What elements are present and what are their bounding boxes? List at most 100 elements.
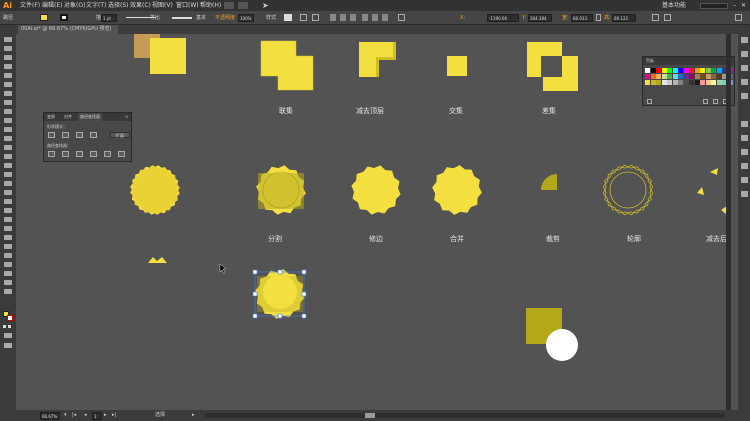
width-tool-icon[interactable] bbox=[4, 172, 12, 177]
eyedropper-tool-icon[interactable] bbox=[4, 226, 12, 231]
zoom-field[interactable] bbox=[40, 412, 60, 420]
free-transform-tool-icon[interactable] bbox=[4, 181, 12, 186]
color-swatch[interactable] bbox=[694, 80, 700, 85]
align-right-icon[interactable] bbox=[350, 14, 356, 21]
menu-type[interactable]: 文字(T) bbox=[86, 0, 106, 11]
screen-mode-icon[interactable] bbox=[4, 343, 12, 348]
opacity-field[interactable] bbox=[238, 14, 254, 22]
color-swatch[interactable] bbox=[705, 68, 711, 73]
horizontal-scrollbar[interactable] bbox=[205, 413, 725, 418]
artboard-number-field[interactable] bbox=[92, 412, 102, 420]
color-swatch[interactable] bbox=[689, 68, 694, 73]
rotate-tool-icon[interactable] bbox=[4, 154, 12, 159]
color-panel-icon[interactable] bbox=[741, 37, 748, 43]
menu-file[interactable]: 文件(F) bbox=[20, 0, 40, 11]
x-field[interactable] bbox=[487, 14, 519, 22]
align-bottom-icon[interactable] bbox=[382, 14, 388, 21]
perspective-grid-tool-icon[interactable] bbox=[4, 199, 12, 204]
lasso-tool-icon[interactable] bbox=[4, 64, 12, 69]
stroke-weight-field[interactable] bbox=[101, 14, 117, 22]
selected-star-object[interactable] bbox=[251, 265, 309, 323]
menu-view[interactable]: 视图(V) bbox=[152, 0, 173, 11]
demo-divide[interactable] bbox=[252, 161, 310, 219]
color-swatch[interactable] bbox=[711, 68, 716, 73]
workspace-switcher[interactable]: 基本功能 bbox=[662, 0, 686, 11]
expand-button[interactable]: 扩展 bbox=[110, 132, 130, 138]
trim-button[interactable] bbox=[62, 151, 69, 157]
menu-edit[interactable]: 编辑(E) bbox=[42, 0, 62, 11]
color-swatch[interactable] bbox=[694, 68, 700, 73]
shape-builder-tool-icon[interactable] bbox=[4, 190, 12, 195]
transform-icon[interactable] bbox=[398, 14, 405, 21]
graphic-styles-icon[interactable] bbox=[741, 177, 748, 183]
artboard-tool-icon[interactable] bbox=[4, 262, 12, 267]
menu-window[interactable]: 窗口(W) bbox=[176, 0, 199, 11]
menu-select[interactable]: 选择(S) bbox=[108, 0, 129, 11]
color-swatch[interactable] bbox=[672, 80, 678, 85]
swatches-panel-icon[interactable] bbox=[741, 65, 748, 71]
close-icon[interactable]: ✕ bbox=[741, 0, 746, 11]
align-middle-icon[interactable] bbox=[372, 14, 378, 21]
color-swatch[interactable] bbox=[700, 80, 705, 85]
color-swatch[interactable] bbox=[656, 68, 661, 73]
demo-outline[interactable] bbox=[599, 161, 657, 219]
tab-pathfinder[interactable]: 路径查找器 bbox=[78, 113, 102, 121]
stroke-panel-icon[interactable] bbox=[741, 121, 748, 127]
color-swatch[interactable] bbox=[672, 68, 678, 73]
status-menu-icon[interactable]: ▸ bbox=[192, 410, 195, 421]
crop-button[interactable] bbox=[90, 151, 97, 157]
align-left-icon[interactable] bbox=[330, 14, 336, 21]
zoom-dropdown-icon[interactable]: ▾ bbox=[64, 410, 67, 421]
selection-tool-icon[interactable] bbox=[4, 37, 12, 42]
y-field[interactable] bbox=[528, 14, 552, 22]
arrange-documents-icon[interactable] bbox=[238, 2, 248, 9]
canvas[interactable] bbox=[16, 34, 726, 410]
layers-panel-icon[interactable] bbox=[741, 191, 748, 197]
white-circle[interactable] bbox=[546, 329, 578, 361]
minus-front-button[interactable] bbox=[62, 132, 69, 138]
fill-swatch[interactable] bbox=[40, 14, 48, 21]
mesh-tool-icon[interactable] bbox=[4, 208, 12, 213]
gradient-tool-icon[interactable] bbox=[4, 217, 12, 222]
tab-swatches[interactable]: 色板 bbox=[646, 57, 654, 65]
color-swatch[interactable] bbox=[661, 80, 667, 85]
color-swatch[interactable] bbox=[678, 80, 683, 85]
shaper-tool-icon[interactable] bbox=[4, 127, 12, 132]
slice-tool-icon[interactable] bbox=[4, 271, 12, 276]
align-center-icon[interactable] bbox=[340, 14, 346, 21]
panel-close-icon[interactable]: × bbox=[125, 113, 128, 121]
demo-intersect[interactable] bbox=[447, 56, 467, 76]
stray-fragment[interactable] bbox=[148, 257, 167, 263]
next-artboard-icon[interactable]: ▸ bbox=[104, 410, 107, 421]
eraser-tool-icon[interactable] bbox=[4, 145, 12, 150]
w-field[interactable] bbox=[571, 14, 593, 22]
horizontal-scroll-thumb[interactable] bbox=[365, 413, 375, 418]
color-swatch[interactable] bbox=[716, 68, 722, 73]
color-swatch[interactable] bbox=[650, 80, 656, 85]
send-icon[interactable]: ➤ bbox=[262, 0, 269, 11]
gradient-panel-icon[interactable] bbox=[741, 135, 748, 141]
preferences-icon[interactable] bbox=[312, 14, 319, 21]
color-swatch[interactable] bbox=[650, 68, 656, 73]
color-swatch[interactable] bbox=[683, 74, 689, 79]
paintbrush-tool-icon[interactable] bbox=[4, 118, 12, 123]
color-mode-icon[interactable] bbox=[3, 325, 6, 328]
color-swatch[interactable] bbox=[700, 68, 705, 73]
demo-crop[interactable] bbox=[541, 174, 557, 190]
color-swatch[interactable] bbox=[667, 80, 672, 85]
minus-back-button[interactable] bbox=[118, 151, 125, 157]
new-color-group-icon[interactable] bbox=[703, 99, 708, 104]
color-swatch[interactable] bbox=[694, 74, 700, 79]
color-swatch[interactable] bbox=[689, 74, 694, 79]
color-guide-icon[interactable] bbox=[741, 51, 748, 57]
prev-artboard-icon[interactable]: ◂ bbox=[84, 410, 87, 421]
outline-button[interactable] bbox=[104, 151, 111, 157]
exclude-button[interactable] bbox=[90, 132, 97, 138]
menu-effect[interactable]: 效果(C) bbox=[130, 0, 151, 11]
color-swatch[interactable] bbox=[716, 80, 722, 85]
transparency-panel-icon[interactable] bbox=[741, 149, 748, 155]
color-swatch[interactable] bbox=[705, 74, 711, 79]
bridge-icon[interactable] bbox=[224, 2, 234, 9]
search-field[interactable] bbox=[700, 3, 728, 9]
color-swatch[interactable] bbox=[656, 80, 661, 85]
